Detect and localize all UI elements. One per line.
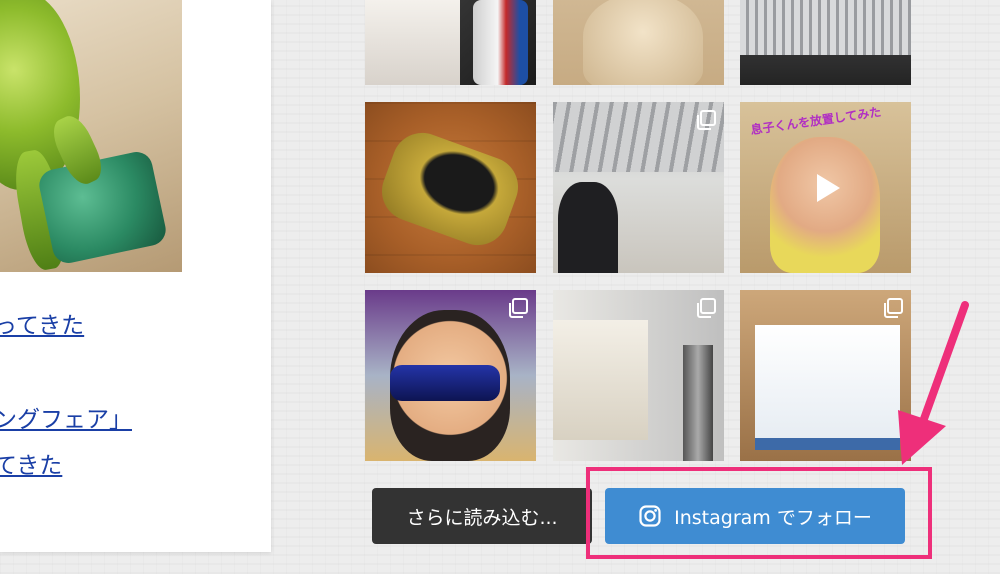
play-icon xyxy=(816,173,840,202)
arrow-icon xyxy=(898,301,969,465)
annotation-highlight-box xyxy=(586,467,932,559)
article-link-3[interactable]: てきた xyxy=(0,446,62,480)
load-more-button[interactable]: さらに読み込む... xyxy=(372,488,592,544)
wall-shelf xyxy=(553,320,648,440)
article-image[interactable] xyxy=(0,0,182,272)
person-silhouette xyxy=(558,182,618,273)
drink-can xyxy=(473,0,528,85)
instagram-post-tile[interactable]: 息子くんを放置してみた xyxy=(740,102,911,273)
product-box xyxy=(755,325,900,450)
instagram-post-tile[interactable] xyxy=(553,0,724,85)
instagram-post-tile[interactable] xyxy=(740,0,911,85)
gallery-icon xyxy=(697,110,716,130)
gallery-icon xyxy=(697,298,716,318)
sunglasses xyxy=(390,365,500,401)
doll-figure xyxy=(583,0,703,85)
instagram-post-tile[interactable] xyxy=(365,290,536,461)
instagram-post-tile[interactable] xyxy=(365,102,536,273)
article-link-1[interactable]: ってきた xyxy=(0,306,84,340)
gallery-icon xyxy=(509,298,528,318)
instagram-post-tile[interactable] xyxy=(553,290,724,461)
air-conditioner-vent xyxy=(740,0,911,55)
instagram-post-tile[interactable] xyxy=(553,102,724,273)
toy-box xyxy=(365,0,460,85)
article-card: ってきた ングフェア」 てきた xyxy=(0,0,271,552)
metal-pole xyxy=(683,345,713,461)
instagram-post-tile[interactable] xyxy=(365,0,536,85)
article-link-2[interactable]: ングフェア」 xyxy=(0,400,132,434)
post-caption: 息子くんを放置してみた xyxy=(749,104,883,138)
